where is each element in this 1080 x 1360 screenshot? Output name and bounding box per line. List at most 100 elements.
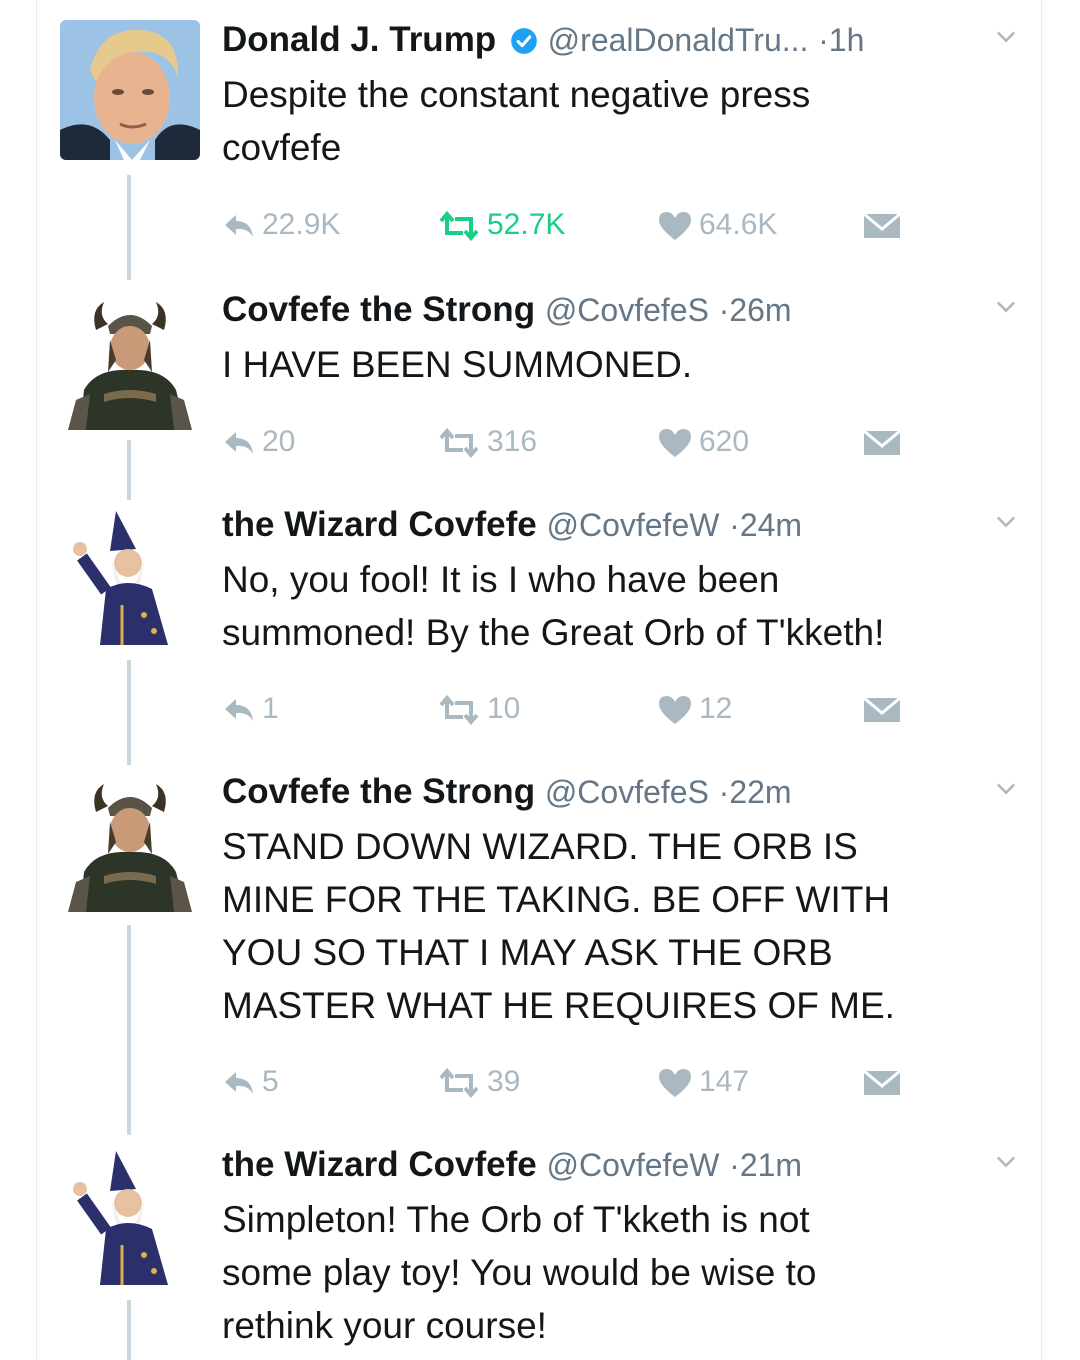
timestamp[interactable]: 1h [829, 22, 865, 58]
tweet[interactable]: Covfefe the Strong @CovfefeS ·22m STAND … [0, 772, 1080, 1102]
reply-count: 1 [262, 692, 279, 725]
timestamp[interactable]: 22m [729, 774, 791, 810]
tweet-header: Donald J. Trump @realDonaldTru... ·1h [222, 20, 1020, 60]
tweet[interactable]: the Wizard Covfefe @CovfefeW ·21m Simple… [0, 1145, 1080, 1360]
avatar[interactable] [60, 1145, 200, 1285]
separator-dot: · [729, 1147, 740, 1183]
direct-message-button[interactable] [862, 1062, 908, 1102]
retweet-count: 316 [487, 425, 538, 458]
retweet-button[interactable]: 39 [437, 1062, 520, 1102]
reply-icon [225, 699, 253, 722]
tweet[interactable]: Donald J. Trump @realDonaldTru... ·1h De… [0, 20, 1080, 260]
timestamp[interactable]: 24m [740, 507, 802, 543]
chevron-down-icon[interactable] [992, 1147, 1020, 1175]
tweet-actions: 5 39 147 [222, 1062, 922, 1102]
tweet-content: the Wizard Covfefe @CovfefeW ·24m No, yo… [222, 505, 1020, 659]
username-handle[interactable]: @CovfefeS [545, 774, 709, 810]
retweet-button[interactable]: 10 [437, 689, 520, 729]
heart-icon [659, 696, 691, 725]
like-button[interactable]: 147 [657, 1062, 749, 1102]
display-name[interactable]: Covfefe the Strong [222, 290, 535, 329]
like-button[interactable]: 64.6K [657, 205, 777, 245]
avatar[interactable] [60, 20, 200, 160]
like-count: 64.6K [699, 208, 778, 241]
avatar[interactable] [60, 290, 200, 430]
tweet[interactable]: the Wizard Covfefe @CovfefeW ·24m No, yo… [0, 505, 1080, 735]
tweet-actions: 1 10 12 [222, 689, 922, 729]
reply-button[interactable]: 5 [222, 1062, 279, 1102]
timestamp[interactable]: 26m [729, 292, 791, 328]
tweet-header: the Wizard Covfefe @CovfefeW ·24m [222, 505, 1020, 545]
retweet-button[interactable]: 316 [437, 422, 537, 462]
reply-count: 5 [262, 1065, 279, 1098]
username-handle[interactable]: @realDonaldTru... [548, 22, 809, 58]
separator-dot: · [729, 507, 740, 543]
wizard-avatar-icon [60, 505, 200, 645]
wizard-avatar-icon [60, 1145, 200, 1285]
display-name[interactable]: the Wizard Covfefe [222, 1145, 537, 1184]
tweet-actions: 22.9K 52.7K 64.6K [222, 205, 922, 245]
tweet-actions: 20 316 620 [222, 422, 922, 462]
chevron-down-icon[interactable] [992, 507, 1020, 535]
username-handle[interactable]: @CovfefeS [545, 292, 709, 328]
retweet-icon [439, 428, 479, 459]
tweet-text: Despite the constant negative press covf… [222, 74, 811, 168]
viking-avatar-icon [60, 772, 200, 912]
display-name[interactable]: Donald J. Trump [222, 20, 496, 59]
display-name[interactable]: the Wizard Covfefe [222, 505, 537, 544]
retweet-icon [439, 695, 479, 726]
envelope-icon [863, 1069, 901, 1096]
reply-button[interactable]: 20 [222, 422, 295, 462]
tweet[interactable]: Covfefe the Strong @CovfefeS ·26m I HAVE… [0, 290, 1080, 470]
like-count: 12 [699, 692, 733, 725]
heart-icon [659, 212, 691, 241]
tweet-content: Donald J. Trump @realDonaldTru... ·1h De… [222, 20, 1020, 174]
reply-button[interactable]: 1 [222, 689, 279, 729]
separator-dot: · [718, 774, 730, 810]
display-name[interactable]: Covfefe the Strong [222, 772, 535, 811]
like-count: 147 [699, 1065, 750, 1098]
reply-icon [225, 215, 253, 238]
tweet-text: No, you fool! It is I who have been summ… [222, 559, 885, 653]
username-handle[interactable]: @CovfefeW [546, 507, 719, 543]
tweet-content: Covfefe the Strong @CovfefeS ·26m I HAVE… [222, 290, 1020, 391]
envelope-icon [863, 212, 901, 239]
tweet-content: the Wizard Covfefe @CovfefeW ·21m Simple… [222, 1145, 1020, 1352]
username-handle[interactable]: @CovfefeW [546, 1147, 719, 1183]
reply-count: 22.9K [262, 208, 341, 241]
tweet-header: Covfefe the Strong @CovfefeS ·22m [222, 772, 1020, 812]
direct-message-button[interactable] [862, 205, 908, 245]
reply-button[interactable]: 22.9K [222, 205, 340, 245]
like-button[interactable]: 12 [657, 689, 732, 729]
tweet-text: I HAVE BEEN SUMMONED. [222, 344, 693, 385]
chevron-down-icon[interactable] [992, 774, 1020, 802]
retweet-button[interactable]: 52.7K [437, 205, 565, 245]
timestamp[interactable]: 21m [740, 1147, 802, 1183]
heart-icon [659, 429, 691, 458]
direct-message-button[interactable] [862, 422, 908, 462]
tweet-header: the Wizard Covfefe @CovfefeW ·21m [222, 1145, 1020, 1185]
chevron-down-icon[interactable] [992, 22, 1020, 50]
tweet-text: Simpleton! The Orb of T'kketh is not som… [222, 1199, 817, 1346]
avatar[interactable] [60, 505, 200, 645]
separator-dot: · [718, 292, 730, 328]
retweet-icon [439, 1068, 479, 1099]
envelope-icon [863, 429, 901, 456]
verified-badge-icon [511, 28, 537, 54]
tweet-content: Covfefe the Strong @CovfefeS ·22m STAND … [222, 772, 1020, 1032]
viking-avatar-icon [60, 290, 200, 430]
direct-message-button[interactable] [862, 689, 908, 729]
retweet-icon [439, 211, 479, 242]
reply-icon [225, 432, 253, 455]
chevron-down-icon[interactable] [992, 292, 1020, 320]
like-count: 620 [699, 425, 750, 458]
avatar[interactable] [60, 772, 200, 912]
reply-icon [225, 1072, 253, 1095]
retweet-count: 10 [487, 692, 521, 725]
heart-icon [659, 1069, 691, 1098]
trump-avatar-icon [60, 20, 200, 160]
like-button[interactable]: 620 [657, 422, 749, 462]
reply-count: 20 [262, 425, 296, 458]
retweet-count: 39 [487, 1065, 521, 1098]
tweet-header: Covfefe the Strong @CovfefeS ·26m [222, 290, 1020, 330]
